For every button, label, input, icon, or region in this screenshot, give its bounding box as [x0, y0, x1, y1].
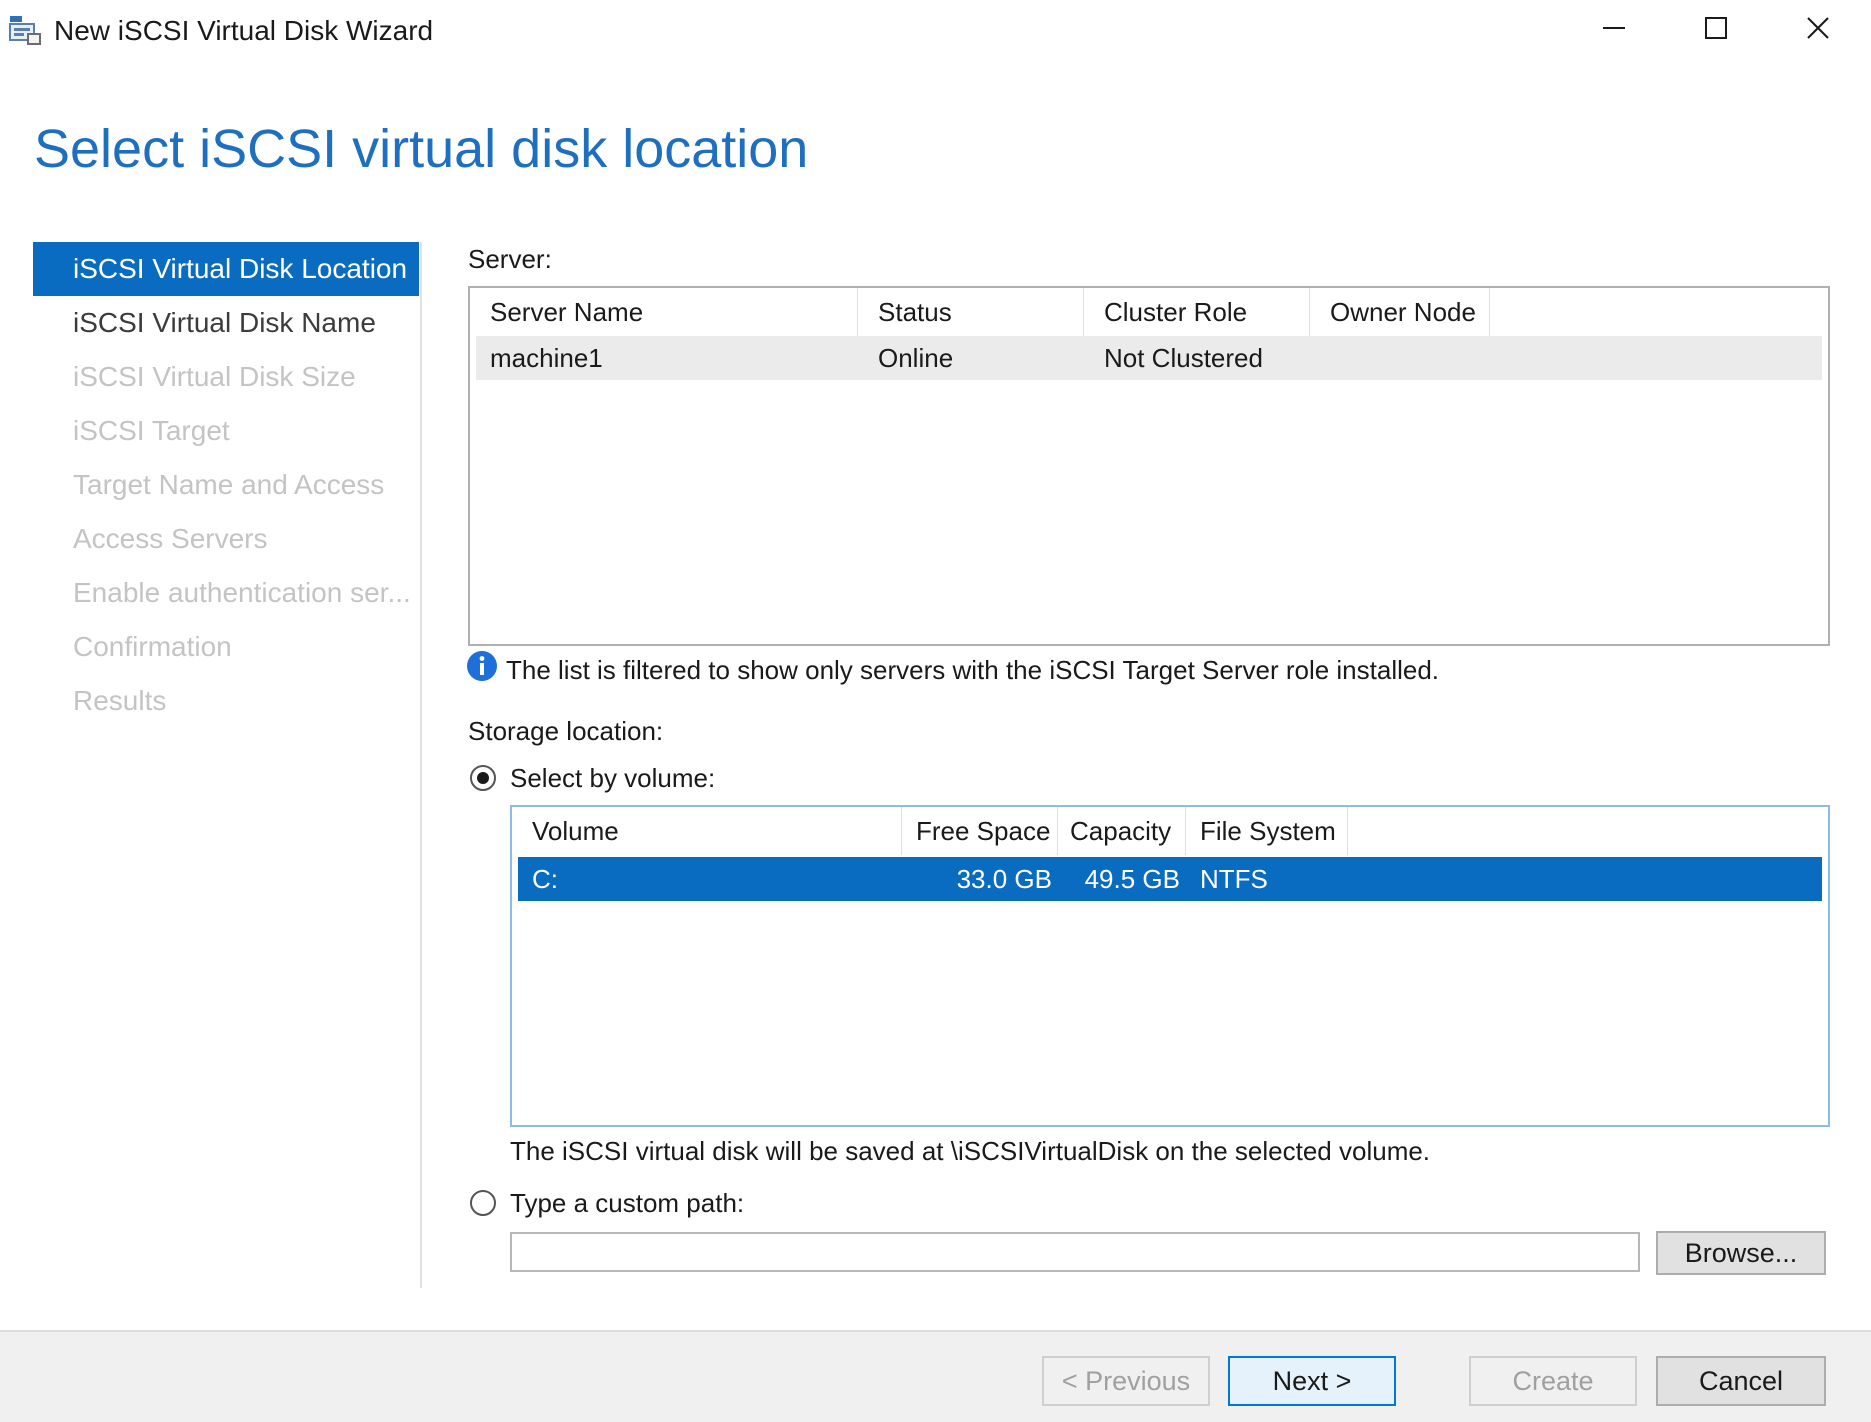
custom-path-radio[interactable]	[470, 1190, 496, 1216]
volume-free-space-cell: 33.0 GB	[956, 864, 1052, 894]
select-by-volume-radio[interactable]	[470, 765, 496, 791]
maximize-button[interactable]	[1666, 0, 1766, 60]
column-volume[interactable]: Volume	[512, 807, 902, 855]
cancel-button[interactable]: Cancel	[1656, 1356, 1826, 1406]
server-row[interactable]: machine1 Online Not Clustered	[476, 336, 1822, 380]
step-access-servers: Access Servers	[73, 523, 268, 554]
iscsi-wizard-icon	[8, 14, 42, 46]
wizard-window: New iSCSI Virtual Disk Wizard Select iSC…	[0, 0, 1871, 1422]
volume-row-selected[interactable]: C: 33.0 GB 49.5 GB NTFS	[518, 857, 1822, 901]
column-owner-node[interactable]: Owner Node	[1310, 288, 1490, 336]
save-location-note: The iSCSI virtual disk will be saved at …	[510, 1136, 1431, 1166]
column-cluster-role[interactable]: Cluster Role	[1084, 288, 1310, 336]
custom-path-input[interactable]	[510, 1232, 1640, 1272]
server-name-cell: machine1	[490, 343, 603, 373]
minimize-icon	[1601, 15, 1627, 46]
create-button[interactable]: Create	[1469, 1356, 1637, 1406]
step-target-name-and-access: Target Name and Access	[73, 469, 385, 500]
title-bar[interactable]: New iSCSI Virtual Disk Wizard	[0, 0, 1871, 62]
sidebar-divider	[420, 242, 422, 1288]
custom-path-label[interactable]: Type a custom path:	[510, 1188, 744, 1219]
volume-cell: C:	[532, 864, 558, 894]
server-cluster-role-cell: Not Clustered	[1104, 343, 1263, 373]
volume-list[interactable]: Volume Free Space Capacity File System C…	[510, 805, 1830, 1127]
step-enable-authentication: Enable authentication ser...	[73, 577, 411, 608]
radio-selected-dot	[477, 772, 489, 784]
column-free-space[interactable]: Free Space	[902, 807, 1058, 855]
browse-button[interactable]: Browse...	[1656, 1231, 1826, 1275]
previous-button[interactable]: < Previous	[1042, 1356, 1210, 1406]
server-label: Server:	[468, 244, 552, 274]
server-status-cell: Online	[878, 343, 954, 373]
page-heading: Select iSCSI virtual disk location	[34, 119, 809, 179]
close-button[interactable]	[1768, 0, 1868, 60]
info-icon	[466, 650, 498, 682]
maximize-icon	[1703, 15, 1729, 46]
storage-location-label: Storage location:	[468, 716, 664, 746]
close-icon	[1805, 15, 1831, 46]
step-iscsi-virtual-disk-size: iSCSI Virtual Disk Size	[73, 361, 356, 392]
step-iscsi-virtual-disk-name[interactable]: iSCSI Virtual Disk Name	[33, 296, 419, 350]
step-confirmation: Confirmation	[73, 631, 232, 662]
server-list-header: Server Name Status Cluster Role Owner No…	[470, 288, 1828, 336]
next-button[interactable]: Next >	[1228, 1356, 1396, 1406]
minimize-button[interactable]	[1564, 0, 1664, 60]
select-by-volume-label[interactable]: Select by volume:	[510, 763, 715, 794]
server-list[interactable]: Server Name Status Cluster Role Owner No…	[468, 286, 1830, 646]
column-server-name[interactable]: Server Name	[470, 288, 858, 336]
column-capacity[interactable]: Capacity	[1058, 807, 1186, 855]
step-iscsi-target: iSCSI Target	[73, 415, 230, 446]
column-status[interactable]: Status	[858, 288, 1084, 336]
wizard-steps-sidebar: iSCSI Virtual Disk Location iSCSI Virtua…	[33, 242, 419, 728]
volume-list-header: Volume Free Space Capacity File System	[512, 807, 1828, 855]
step-iscsi-virtual-disk-location[interactable]: iSCSI Virtual Disk Location	[33, 242, 419, 296]
step-results: Results	[73, 685, 167, 716]
info-text: The list is filtered to show only server…	[506, 655, 1440, 685]
window-title: New iSCSI Virtual Disk Wizard	[54, 15, 434, 46]
volume-file-system-cell: NTFS	[1200, 864, 1268, 894]
column-file-system[interactable]: File System	[1186, 807, 1348, 855]
volume-capacity-cell: 49.5 GB	[1084, 864, 1180, 894]
